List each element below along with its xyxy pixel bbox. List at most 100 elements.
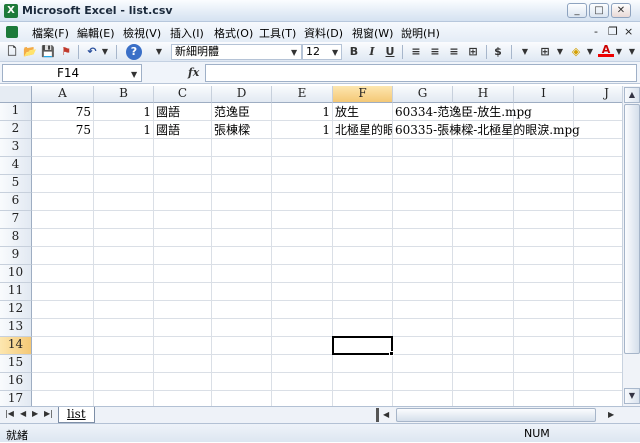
cell-I8[interactable] — [514, 229, 574, 247]
cell-E14[interactable] — [272, 337, 333, 355]
scroll-up-icon[interactable]: ▲ — [624, 87, 640, 103]
row-header-3[interactable]: 3 — [0, 139, 32, 157]
cell-E6[interactable] — [272, 193, 333, 211]
cell-H12[interactable] — [453, 301, 514, 319]
excel-app-icon[interactable]: X — [4, 4, 18, 18]
name-box-dropdown-icon[interactable]: ▼ — [131, 70, 137, 79]
column-header-H[interactable]: H — [453, 86, 514, 103]
cell-I15[interactable] — [514, 355, 574, 373]
cell-C8[interactable] — [154, 229, 212, 247]
cell-C9[interactable] — [154, 247, 212, 265]
cell-H13[interactable] — [453, 319, 514, 337]
column-header-B[interactable]: B — [94, 86, 154, 103]
cell-G10[interactable] — [393, 265, 453, 283]
column-header-J[interactable]: J — [574, 86, 622, 103]
cell-D16[interactable] — [212, 373, 272, 391]
cell-C3[interactable] — [154, 139, 212, 157]
cell-A10[interactable] — [32, 265, 94, 283]
cell-B13[interactable] — [94, 319, 154, 337]
cell-I9[interactable] — [514, 247, 574, 265]
menu-item-5[interactable]: 工具(T) — [259, 25, 296, 41]
font-name-select[interactable]: 新細明體 — [171, 44, 302, 60]
cell-C11[interactable] — [154, 283, 212, 301]
cell-J2[interactable] — [574, 121, 622, 139]
cell-G13[interactable] — [393, 319, 453, 337]
doc-minimize-button[interactable]: - — [594, 25, 598, 38]
cell-D8[interactable] — [212, 229, 272, 247]
cell-G1[interactable]: 60334-范逸臣-放生.mpg — [393, 103, 532, 121]
cell-J8[interactable] — [574, 229, 622, 247]
cell-C12[interactable] — [154, 301, 212, 319]
cell-J3[interactable] — [574, 139, 622, 157]
select-all-corner[interactable] — [0, 86, 32, 103]
scroll-down-icon[interactable]: ▼ — [624, 388, 640, 404]
cell-G17[interactable] — [393, 391, 453, 406]
cell-B17[interactable] — [94, 391, 154, 406]
cell-D12[interactable] — [212, 301, 272, 319]
fill-color-icon[interactable]: ◈ — [568, 44, 584, 60]
row-header-8[interactable]: 8 — [0, 229, 32, 247]
cell-F16[interactable] — [333, 373, 393, 391]
cell-A13[interactable] — [32, 319, 94, 337]
cell-F2[interactable]: 北極星的眼淚 — [333, 121, 393, 139]
cell-C14[interactable] — [154, 337, 212, 355]
cell-J7[interactable] — [574, 211, 622, 229]
cell-J12[interactable] — [574, 301, 622, 319]
cell-C10[interactable] — [154, 265, 212, 283]
menu-item-7[interactable]: 視窗(W) — [352, 25, 393, 41]
row-header-5[interactable]: 5 — [0, 175, 32, 193]
toolbar-options-icon[interactable]: ▼ — [154, 44, 164, 60]
cell-D13[interactable] — [212, 319, 272, 337]
row-header-12[interactable]: 12 — [0, 301, 32, 319]
cell-I3[interactable] — [514, 139, 574, 157]
spreadsheet-grid[interactable]: A B C D E F G H I J 1 75 1 國語 范逸臣 1 放生 60334-范逸臣-放生.mpg 2 7… — [0, 86, 622, 406]
cell-J11[interactable] — [574, 283, 622, 301]
menu-item-1[interactable]: 編輯(E) — [77, 25, 115, 41]
cell-E3[interactable] — [272, 139, 333, 157]
cell-E8[interactable] — [272, 229, 333, 247]
horizontal-scrollbar[interactable]: ◀ ▶ — [380, 408, 620, 423]
cell-B4[interactable] — [94, 157, 154, 175]
cell-D7[interactable] — [212, 211, 272, 229]
row-header-10[interactable]: 10 — [0, 265, 32, 283]
cell-D17[interactable] — [212, 391, 272, 406]
currency-button[interactable]: $ — [490, 44, 506, 60]
cell-E4[interactable] — [272, 157, 333, 175]
cell-J16[interactable] — [574, 373, 622, 391]
doc-restore-button[interactable]: ❐ — [608, 25, 618, 38]
cell-G2[interactable]: 60335-張棟樑-北極星的眼淚.mpg — [393, 121, 580, 139]
row-header-9[interactable]: 9 — [0, 247, 32, 265]
cell-J14[interactable] — [574, 337, 622, 355]
menu-item-6[interactable]: 資料(D) — [304, 25, 343, 41]
cell-G16[interactable] — [393, 373, 453, 391]
cell-G7[interactable] — [393, 211, 453, 229]
italic-button[interactable]: I — [364, 44, 380, 60]
cell-E12[interactable] — [272, 301, 333, 319]
align-left-icon[interactable]: ≡ — [408, 44, 424, 60]
row-header-17[interactable]: 17 — [0, 391, 32, 406]
cell-H4[interactable] — [453, 157, 514, 175]
cell-D9[interactable] — [212, 247, 272, 265]
cell-E17[interactable] — [272, 391, 333, 406]
cell-B12[interactable] — [94, 301, 154, 319]
cell-C2[interactable]: 國語 — [154, 121, 212, 139]
help-icon[interactable]: ? — [126, 44, 142, 60]
cell-A3[interactable] — [32, 139, 94, 157]
cell-J1[interactable] — [574, 103, 622, 121]
cell-A16[interactable] — [32, 373, 94, 391]
row-header-6[interactable]: 6 — [0, 193, 32, 211]
first-sheet-icon[interactable]: |◀ — [5, 409, 14, 418]
cell-B1[interactable]: 1 — [94, 103, 154, 121]
column-header-A[interactable]: A — [32, 86, 94, 103]
cell-J6[interactable] — [574, 193, 622, 211]
cell-B6[interactable] — [94, 193, 154, 211]
cell-J4[interactable] — [574, 157, 622, 175]
cell-A11[interactable] — [32, 283, 94, 301]
vertical-scrollbar[interactable]: ▲ ▼ — [622, 86, 640, 406]
font-color-icon[interactable]: A — [598, 44, 614, 57]
cell-H9[interactable] — [453, 247, 514, 265]
scroll-left-icon[interactable]: ◀ — [383, 410, 389, 419]
cell-E5[interactable] — [272, 175, 333, 193]
cell-D4[interactable] — [212, 157, 272, 175]
cell-H3[interactable] — [453, 139, 514, 157]
